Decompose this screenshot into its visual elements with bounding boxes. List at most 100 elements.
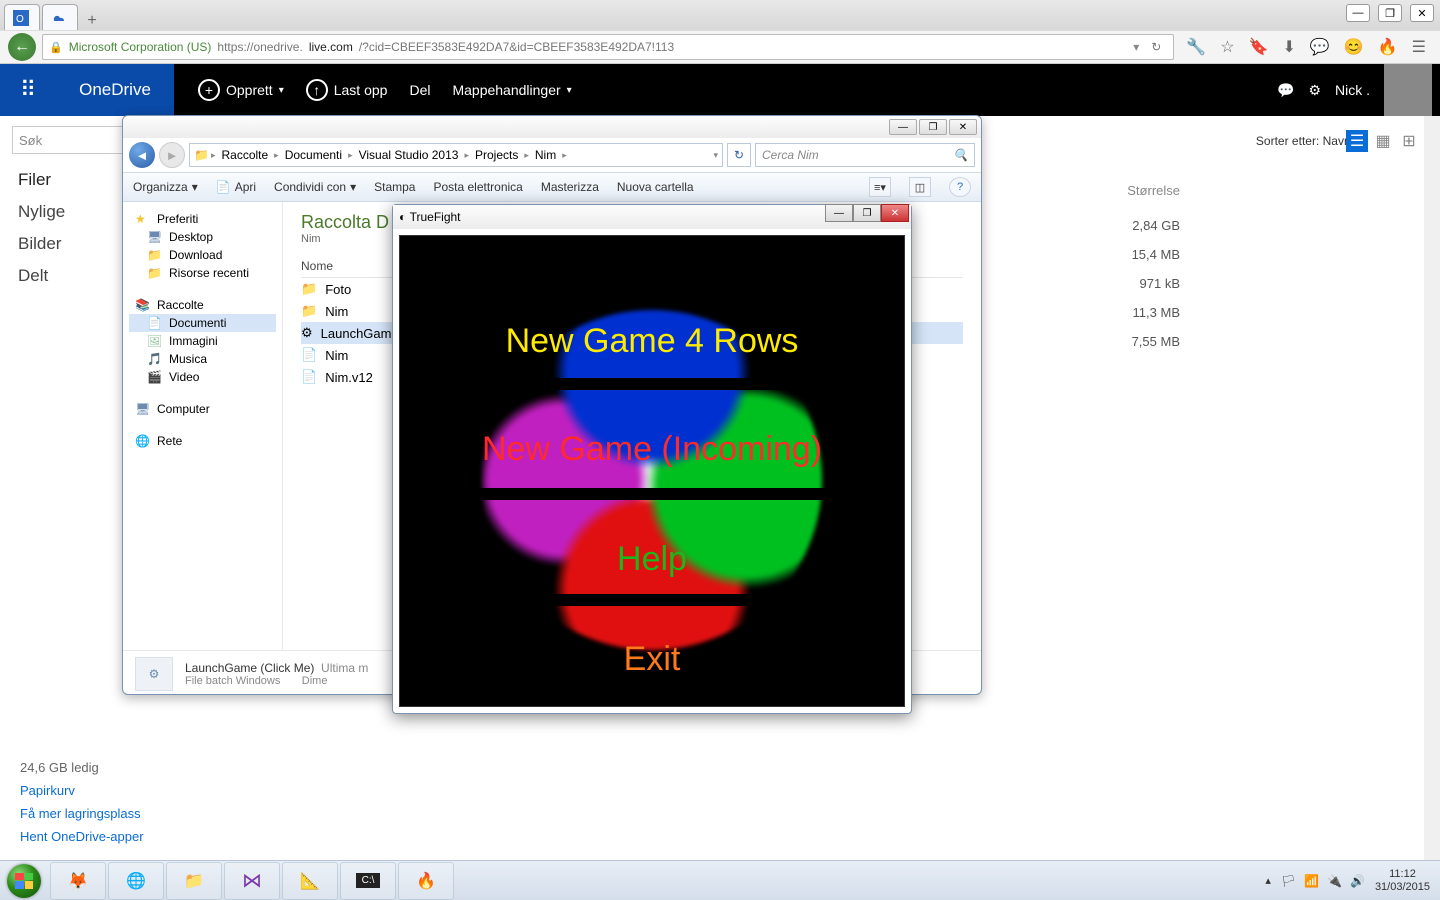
size-value: 15,4 MB [1127, 240, 1180, 269]
url-box[interactable]: 🔒 Microsoft Corporation (US) https://one… [42, 34, 1174, 60]
upload-button[interactable]: ↑Last opp [306, 79, 388, 101]
crumb[interactable]: Visual Studio 2013 [355, 148, 463, 162]
window-max-button[interactable]: ❐ [1378, 4, 1402, 22]
browser-tab-strip: O + — ❐ ✕ [0, 0, 1440, 30]
tray-power-icon[interactable]: 🔌 [1327, 874, 1342, 888]
tree-documents[interactable]: 📄Documenti [129, 314, 276, 332]
view-list-button[interactable]: ☰ [1346, 130, 1368, 152]
taskbar-firefox-dev[interactable]: 🌐 [108, 862, 164, 900]
sharewith-button[interactable]: Condividi con ▾ [274, 180, 356, 194]
tree-video[interactable]: 🎬Video [129, 368, 276, 386]
explorer-back-button[interactable]: ◄ [129, 142, 155, 168]
user-name[interactable]: Nick . [1335, 82, 1370, 98]
chat-icon[interactable]: 💬 [1310, 37, 1330, 57]
explorer-search-input[interactable]: Cerca Nim🔍 [755, 143, 975, 167]
onedrive-brand[interactable]: OneDrive [56, 64, 174, 116]
tree-desktop[interactable]: 🖥Desktop [129, 228, 276, 246]
menu-exit[interactable]: Exit [400, 640, 904, 679]
clock-time: 11:12 [1375, 868, 1430, 881]
star-icon[interactable]: ☆ [1220, 37, 1234, 57]
bookmark-icon[interactable]: 🔖 [1249, 37, 1269, 57]
explorer-min-button[interactable]: — [889, 119, 917, 135]
tray-network-icon[interactable]: 📶 [1304, 874, 1319, 888]
tree-favorites[interactable]: ★Preferiti [129, 210, 276, 228]
tree-computer[interactable]: 🖥Computer [129, 400, 276, 418]
explorer-max-button[interactable]: ❐ [919, 119, 947, 135]
truefight-titlebar[interactable]: ◐ TrueFight — ❐ ✕ [393, 205, 911, 229]
window-min-button[interactable]: — [1346, 4, 1370, 22]
tree-network[interactable]: 🌐Rete [129, 432, 276, 450]
email-button[interactable]: Posta elettronica [433, 180, 522, 194]
download-icon[interactable]: ⬇ [1282, 37, 1295, 57]
crumb[interactable]: Projects [471, 148, 522, 162]
tray-volume-icon[interactable]: 🔊 [1350, 874, 1365, 888]
tray-flag-icon[interactable]: 🏳 [1281, 874, 1296, 888]
get-storage-link[interactable]: Få mer lagringsplass [20, 806, 154, 821]
get-apps-link[interactable]: Hent OneDrive-apper [20, 829, 154, 844]
avatar[interactable] [1384, 64, 1432, 116]
window-close-button[interactable]: ✕ [1410, 4, 1434, 22]
settings-icon[interactable]: ⚙ [1308, 82, 1321, 99]
recycle-bin-link[interactable]: Papirkurv [20, 783, 154, 798]
folder-actions-button[interactable]: Mappehandlinger ▾ [452, 82, 571, 98]
explorer-titlebar[interactable]: — ❐ ✕ [123, 116, 981, 138]
taskbar-firefox[interactable]: 🦊 [50, 862, 106, 900]
crumb[interactable]: Raccolte [217, 148, 272, 162]
start-button[interactable] [0, 862, 48, 900]
app-launcher-button[interactable]: ⠿ [0, 64, 56, 116]
reload-icon[interactable]: ↻ [1145, 40, 1167, 54]
lock-icon: 🔒 [49, 41, 63, 54]
face-icon[interactable]: 😊 [1344, 37, 1364, 57]
menu-new-game-incoming[interactable]: New Game (Incoming) [400, 430, 904, 469]
print-button[interactable]: Stampa [374, 180, 415, 194]
view-grid-button[interactable]: ▦ [1372, 130, 1394, 152]
newfolder-button[interactable]: Nuova cartella [617, 180, 694, 194]
taskbar-explorer[interactable]: 📁 [166, 862, 222, 900]
taskbar-cmd[interactable]: C:\ [340, 862, 396, 900]
preview-pane-button[interactable]: ◫ [909, 177, 931, 197]
taskbar-visualstudio[interactable]: ⋈ [224, 862, 280, 900]
truefight-max-button[interactable]: ❐ [853, 204, 881, 222]
view-mode-button[interactable]: ≡▾ [869, 177, 891, 197]
breadcrumb[interactable]: 📁▸ Raccolte▸ Documenti▸ Visual Studio 20… [189, 143, 723, 167]
menu-icon[interactable]: ☰ [1412, 37, 1426, 57]
messages-icon[interactable]: 💬 [1277, 82, 1294, 99]
tree-music[interactable]: 🎵Musica [129, 350, 276, 368]
page-scrollbar[interactable] [1424, 116, 1440, 860]
tab-outlook[interactable]: O [4, 4, 40, 30]
create-button[interactable]: +Opprett ▾ [198, 79, 284, 101]
taskbar-clock[interactable]: 11:12 31/03/2015 [1375, 868, 1430, 894]
help-button[interactable]: ? [949, 177, 971, 197]
share-button[interactable]: Del [409, 82, 430, 98]
sort-control[interactable]: Sorter etter: Navn ▾ [1256, 134, 1360, 148]
tree-download[interactable]: 📁Download [129, 246, 276, 264]
browser-tool-icons: 🔧 ☆ 🔖 ⬇ 💬 😊 🔥 ☰ [1180, 37, 1432, 57]
crumb[interactable]: Documenti [281, 148, 346, 162]
view-details-button[interactable]: ⊞ [1398, 130, 1420, 152]
tree-pictures[interactable]: 🖼Immagini [129, 332, 276, 350]
truefight-close-button[interactable]: ✕ [881, 204, 909, 222]
explorer-refresh-button[interactable]: ↻ [727, 143, 751, 167]
burn-button[interactable]: Masterizza [541, 180, 599, 194]
size-header: Størrelse [1127, 176, 1180, 205]
tree-libraries[interactable]: 📚Raccolte [129, 296, 276, 314]
crumb[interactable]: Nim [531, 148, 560, 162]
explorer-close-button[interactable]: ✕ [949, 119, 977, 135]
menu-new-game-4rows[interactable]: New Game 4 Rows [400, 322, 904, 361]
tab-onedrive[interactable] [42, 4, 78, 30]
browser-back-button[interactable]: ← [8, 33, 36, 61]
dropdown-icon[interactable]: ▾ [1133, 40, 1139, 54]
tree-recent[interactable]: 📁Risorse recenti [129, 264, 276, 282]
organize-button[interactable]: Organizza ▾ [133, 180, 198, 194]
new-tab-button[interactable]: + [80, 12, 104, 30]
truefight-min-button[interactable]: — [825, 204, 853, 222]
open-button[interactable]: 📄 Apri [216, 180, 256, 194]
taskbar-truefight[interactable]: 🔥 [398, 862, 454, 900]
system-tray: ▴ 🏳 📶 🔌 🔊 11:12 31/03/2015 [1265, 868, 1440, 894]
explorer-toolbar: Organizza ▾ 📄 Apri Condividi con ▾ Stamp… [123, 172, 981, 202]
flame-icon[interactable]: 🔥 [1378, 37, 1398, 57]
tray-expand-icon[interactable]: ▴ [1265, 874, 1271, 887]
taskbar-app[interactable]: 📐 [282, 862, 338, 900]
menu-help[interactable]: Help [400, 540, 904, 579]
wrench-icon[interactable]: 🔧 [1186, 37, 1206, 57]
